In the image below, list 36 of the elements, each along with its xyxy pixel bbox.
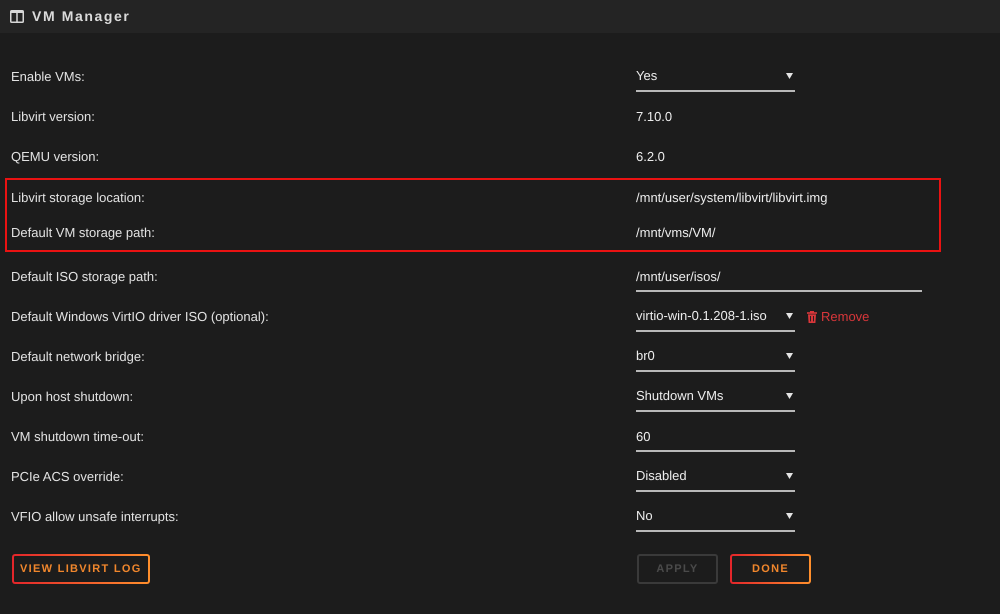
setting-label: QEMU version: — [11, 148, 100, 166]
setting-label: PCIe ACS override: — [11, 468, 125, 486]
setting-label: Enable VMs: — [11, 68, 86, 86]
trash-icon — [807, 311, 817, 323]
value-text: /mnt/user/system/libvirt/libvirt.img — [636, 188, 828, 207]
dropdown[interactable]: virtio-win-0.1.208-1.iso — [636, 302, 795, 332]
caret-icon — [786, 73, 793, 79]
caret-icon — [786, 353, 793, 359]
input-field[interactable]: /mnt/user/isos/ — [636, 262, 922, 292]
setting-label: Default ISO storage path: — [11, 268, 159, 286]
input-field[interactable]: 60 — [636, 422, 795, 452]
value-text: 6.2.0 — [636, 148, 665, 166]
columns-icon — [10, 10, 24, 23]
setting-label: VM shutdown time-out: — [11, 428, 145, 446]
setting-label: Upon host shutdown: — [11, 388, 134, 406]
dropdown[interactable]: Disabled — [636, 462, 795, 492]
dropdown[interactable]: br0 — [636, 342, 795, 372]
caret-icon — [786, 513, 793, 519]
dropdown[interactable]: Yes — [636, 62, 795, 92]
dropdown[interactable]: No — [636, 502, 795, 532]
caret-icon — [786, 313, 793, 319]
setting-label: Default network bridge: — [11, 348, 146, 366]
action-button[interactable]: VIEW LIBVIRT LOG — [12, 554, 150, 584]
setting-label: Libvirt version: — [11, 108, 96, 126]
remove-link[interactable]: Remove — [807, 307, 870, 327]
caret-icon — [786, 393, 793, 399]
setting-label: VFIO allow unsafe interrupts: — [11, 508, 180, 526]
window-title: VM Manager — [32, 7, 130, 26]
value-text: 7.10.0 — [636, 108, 672, 126]
setting-label: Libvirt storage location: — [11, 188, 146, 207]
setting-label: Default Windows VirtIO driver ISO (optional): — [11, 308, 270, 326]
setting-label: Default VM storage path: — [11, 224, 156, 242]
caret-icon — [786, 473, 793, 479]
dropdown[interactable]: Shutdown VMs — [636, 382, 795, 412]
value-text: /mnt/vms/VM/ — [636, 224, 716, 242]
action-button[interactable]: DONE — [730, 554, 811, 584]
